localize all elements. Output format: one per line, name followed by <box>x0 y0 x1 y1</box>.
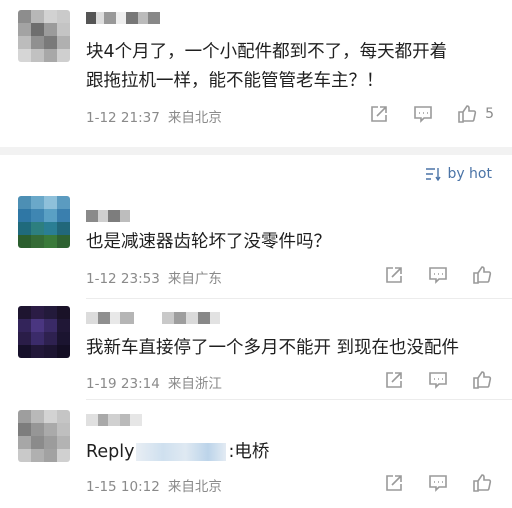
comment-location: 来自浙江 <box>167 376 222 392</box>
comment-button[interactable] <box>426 263 450 287</box>
comment-icon <box>429 372 447 389</box>
share-button[interactable] <box>367 102 391 126</box>
comment-actions <box>362 263 494 287</box>
username-blurred[interactable] <box>86 414 142 426</box>
sort-by-hot-toggle[interactable]: by hot <box>425 166 492 182</box>
avatar[interactable] <box>18 196 70 248</box>
comment-actions <box>362 368 494 392</box>
reply-prefix: Reply <box>86 442 135 462</box>
thumbs-up-icon <box>473 371 492 389</box>
comment-text: 也是减速器齿轮坏了没零件吗？ <box>86 232 331 252</box>
username-blurred[interactable] <box>86 210 130 222</box>
avatar[interactable] <box>18 306 70 358</box>
comment-button[interactable] <box>426 368 450 392</box>
comment-text: 我新车直接停了一个多月不能开 到现在也没配件 <box>86 338 460 358</box>
mentioned-user-blurred[interactable] <box>136 443 227 461</box>
like-button[interactable] <box>470 471 494 495</box>
share-icon <box>386 267 402 283</box>
username-blurred[interactable] <box>86 12 160 24</box>
comment-icon <box>429 475 447 492</box>
comment-button[interactable] <box>411 102 435 126</box>
comment-divider <box>86 298 512 299</box>
comment-text: 块4个月了，一个小配件都到不了，每天都开着 跟拖拉机一样，能不能管管老车主？！ <box>86 42 448 91</box>
comment-icon <box>429 267 447 284</box>
reply-suffix: :电桥 <box>228 442 270 462</box>
thumbs-up-icon <box>458 105 477 123</box>
share-icon <box>386 372 402 388</box>
comment-location: 来自北京 <box>167 479 222 495</box>
like-count: 5 <box>485 106 494 122</box>
share-icon <box>371 106 387 122</box>
thumbs-up-icon <box>473 474 492 492</box>
comment-icon <box>414 106 432 123</box>
comment-actions <box>362 471 494 495</box>
share-button[interactable] <box>382 263 406 287</box>
comment-actions: 5 <box>347 102 494 126</box>
share-icon <box>386 475 402 491</box>
comment-meta: 1-15 10:12 来自北京 <box>86 475 222 495</box>
section-divider <box>0 147 512 155</box>
thumbs-up-icon <box>473 266 492 284</box>
like-button[interactable] <box>470 368 494 392</box>
share-button[interactable] <box>382 471 406 495</box>
avatar[interactable] <box>18 10 70 62</box>
comment-time: 1-12 21:37 <box>86 110 160 126</box>
comment-meta: 1-12 21:37 来自北京 <box>86 106 222 126</box>
sort-icon <box>426 168 442 181</box>
avatar[interactable] <box>18 410 70 462</box>
comment-location: 来自广东 <box>167 271 222 287</box>
comment-meta: 1-19 23:14 来自浙江 <box>86 372 222 392</box>
comment-location: 来自北京 <box>167 110 222 126</box>
username-blurred[interactable] <box>86 312 220 324</box>
comment-divider <box>86 399 512 400</box>
comment-button[interactable] <box>426 471 450 495</box>
share-button[interactable] <box>382 368 406 392</box>
comment-meta: 1-12 23:53 来自广东 <box>86 267 222 287</box>
comment-time: 1-12 23:53 <box>86 271 160 287</box>
like-button[interactable] <box>455 102 479 126</box>
comment-text: Reply :电桥 <box>86 438 269 467</box>
comment-time: 1-19 23:14 <box>86 376 160 392</box>
sort-label: by hot <box>447 166 492 182</box>
comment-time: 1-15 10:12 <box>86 479 160 495</box>
like-button[interactable] <box>470 263 494 287</box>
